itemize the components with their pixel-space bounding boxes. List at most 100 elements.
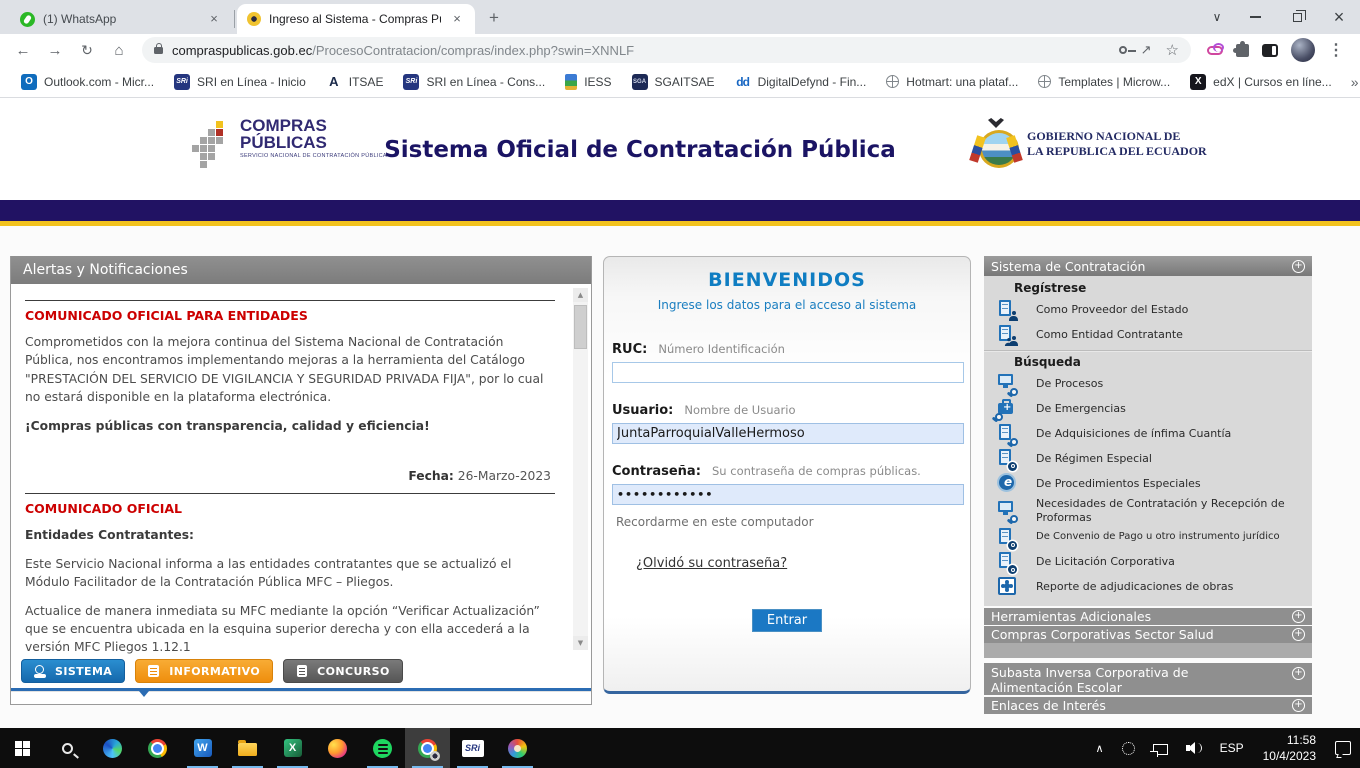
sidebar-item-procedimientos-especiales[interactable]: De Procedimientos Especiales — [984, 471, 1312, 496]
divider — [984, 350, 1312, 352]
share-icon[interactable] — [1141, 41, 1152, 59]
sidebar-item-emergencias[interactable]: De Emergencias — [984, 396, 1312, 421]
sidebar-section-compras-salud[interactable]: Compras Corporativas Sector Salud — [984, 626, 1312, 643]
taskbar-spotify[interactable] — [360, 728, 405, 768]
lock-icon[interactable] — [154, 47, 163, 54]
ruc-input[interactable] — [612, 362, 964, 383]
bookmark-templates[interactable]: Templates | Microw... — [1029, 71, 1179, 93]
cloud-extension-icon[interactable] — [1207, 46, 1223, 55]
restore-button[interactable] — [1276, 0, 1318, 34]
language-badge[interactable]: ESP — [1211, 728, 1253, 768]
taskbar-chrome-active[interactable] — [405, 728, 450, 768]
scrollbar-thumb[interactable] — [574, 305, 587, 349]
scroll-down-icon[interactable] — [573, 636, 588, 650]
digitaldefynd-icon: dd — [735, 74, 751, 90]
reload-icon[interactable] — [74, 37, 100, 63]
username-input[interactable] — [612, 423, 964, 444]
tab-close-icon[interactable] — [449, 11, 465, 27]
address-bar[interactable]: compraspublicas.gob.ec/ProcesoContrataci… — [142, 37, 1191, 63]
sidebar-item-reporte-adjudicaciones[interactable]: Reporte de adjudicaciones de obras — [984, 575, 1312, 600]
taskbar-chrome[interactable] — [135, 728, 180, 768]
sidebar-item-regimen-especial[interactable]: De Régimen Especial — [984, 446, 1312, 471]
forward-icon[interactable] — [42, 37, 68, 63]
sidebar-item-entidad[interactable]: Como Entidad Contratante — [984, 322, 1312, 347]
welcome-subtitle: Ingrese los datos para el acceso al sist… — [612, 298, 962, 312]
sync-icon[interactable] — [1113, 728, 1144, 768]
tab-concurso[interactable]: CONCURSO — [283, 659, 403, 683]
tab-sistema[interactable]: SISTEMA — [21, 659, 125, 683]
bookmark-sri-inicio[interactable]: SRiSRI en Línea - Inicio — [165, 70, 315, 94]
start-button[interactable] — [0, 728, 45, 768]
tab-close-icon[interactable] — [206, 11, 222, 27]
password-input[interactable] — [612, 484, 964, 505]
bookmark-sri-consultas[interactable]: SRiSRI en Línea - Cons... — [394, 70, 554, 94]
url-text[interactable]: compraspublicas.gob.ec/ProcesoContrataci… — [172, 43, 1111, 58]
taskbar-word[interactable] — [180, 728, 225, 768]
taskbar-clock[interactable]: 11:58 10/4/2023 — [1253, 732, 1326, 764]
sidebar-item-infima-cuantia[interactable]: De Adquisiciones de ínfima Cuantía — [984, 421, 1312, 446]
taskbar-edge[interactable] — [90, 728, 135, 768]
scroll-up-icon[interactable] — [573, 288, 588, 302]
taskbar-paint[interactable] — [495, 728, 540, 768]
puzzle-extensions-icon[interactable] — [1236, 44, 1249, 57]
password-key-icon[interactable] — [1119, 46, 1127, 54]
item-label: De Convenio de Pago u otro instrumento j… — [1036, 531, 1306, 544]
minimize-button[interactable] — [1234, 0, 1276, 34]
expand-plus-icon[interactable] — [1292, 628, 1305, 641]
bookmark-iess[interactable]: IESS — [556, 70, 620, 94]
bookmark-sgaitsae[interactable]: SGASGAITSAE — [623, 70, 724, 94]
globe-icon — [1038, 75, 1051, 88]
tab-search-chevron-icon[interactable] — [1200, 0, 1234, 34]
taskbar-search[interactable] — [45, 728, 90, 768]
tray-expand-icon[interactable] — [1087, 728, 1113, 768]
expand-plus-icon[interactable] — [1292, 260, 1305, 273]
profile-avatar[interactable] — [1291, 38, 1315, 62]
spotify-icon — [373, 739, 392, 758]
bookmarks-overflow-icon[interactable] — [1343, 74, 1360, 90]
sidebar-item-necesidades[interactable]: Necesidades de Contratación y Recepción … — [984, 496, 1312, 526]
menu-dots-icon[interactable] — [1328, 40, 1344, 60]
sidebar-header-sistema-contratacion[interactable]: Sistema de Contratación — [984, 256, 1312, 276]
action-center-icon[interactable] — [1326, 728, 1360, 768]
forgot-password-link[interactable]: ¿Olvidó su contraseña? — [636, 556, 787, 571]
expand-plus-icon[interactable] — [1292, 610, 1305, 623]
browser-tab-compras-publicas[interactable]: Ingreso al Sistema - Compras Púb — [237, 4, 475, 34]
tab-label: CONCURSO — [317, 665, 390, 678]
sidebar-item-procesos[interactable]: De Procesos — [984, 371, 1312, 396]
taskbar-excel[interactable] — [270, 728, 315, 768]
taskbar-sri[interactable] — [450, 728, 495, 768]
side-panel-icon[interactable] — [1262, 44, 1278, 57]
new-tab-button[interactable] — [481, 5, 507, 31]
browser-tab-whatsapp[interactable]: (1) WhatsApp — [10, 4, 232, 34]
expand-plus-icon[interactable] — [1292, 667, 1305, 680]
bookmark-itsae[interactable]: AITSAE — [317, 70, 393, 94]
bookmark-outlook[interactable]: OOutlook.com - Micr... — [12, 70, 163, 94]
bookmark-digitaldefynd[interactable]: ddDigitalDefynd - Fin... — [726, 70, 876, 94]
whatsapp-icon — [20, 12, 35, 27]
back-icon[interactable] — [10, 37, 36, 63]
home-icon[interactable] — [106, 37, 132, 63]
bookmark-edx[interactable]: XedX | Cursos en líne... — [1181, 70, 1341, 94]
expand-plus-icon[interactable] — [1292, 699, 1305, 712]
network-icon[interactable] — [1144, 728, 1177, 768]
taskbar-file-explorer[interactable] — [225, 728, 270, 768]
government-logo: GOBIERNO NACIONAL DE LA REPUBLICA DEL EC… — [975, 118, 1207, 170]
login-button[interactable]: Entrar — [752, 609, 822, 632]
alerts-scrollbar[interactable] — [573, 288, 588, 650]
sidebar-section-herramientas[interactable]: Herramientas Adicionales — [984, 608, 1312, 625]
item-label: Como Proveedor del Estado — [1036, 303, 1306, 317]
sidebar-item-proveedor[interactable]: Como Proveedor del Estado — [984, 297, 1312, 322]
volume-icon[interactable] — [1177, 728, 1211, 768]
sidebar-item-convenio-pago[interactable]: De Convenio de Pago u otro instrumento j… — [984, 526, 1312, 550]
close-button[interactable] — [1318, 0, 1360, 34]
sidebar-section-subasta-inversa[interactable]: Subasta Inversa Corporativa de Alimentac… — [984, 663, 1312, 695]
comunicado-entidades-title: COMUNICADO OFICIAL PARA ENTIDADES — [25, 300, 555, 323]
edx-icon: X — [1190, 74, 1206, 90]
taskbar-firefox[interactable] — [315, 728, 360, 768]
bookmark-hotmart[interactable]: Hotmart: una plataf... — [877, 71, 1027, 93]
comunicado-slogan: ¡Compras públicas con transparencia, cal… — [25, 417, 555, 435]
sidebar-section-enlaces[interactable]: Enlaces de Interés — [984, 697, 1312, 714]
bookmark-star-icon[interactable] — [1166, 41, 1179, 60]
sidebar-item-licitacion-corporativa[interactable]: De Licitación Corporativa — [984, 550, 1312, 575]
tab-informativo[interactable]: INFORMATIVO — [135, 659, 273, 683]
